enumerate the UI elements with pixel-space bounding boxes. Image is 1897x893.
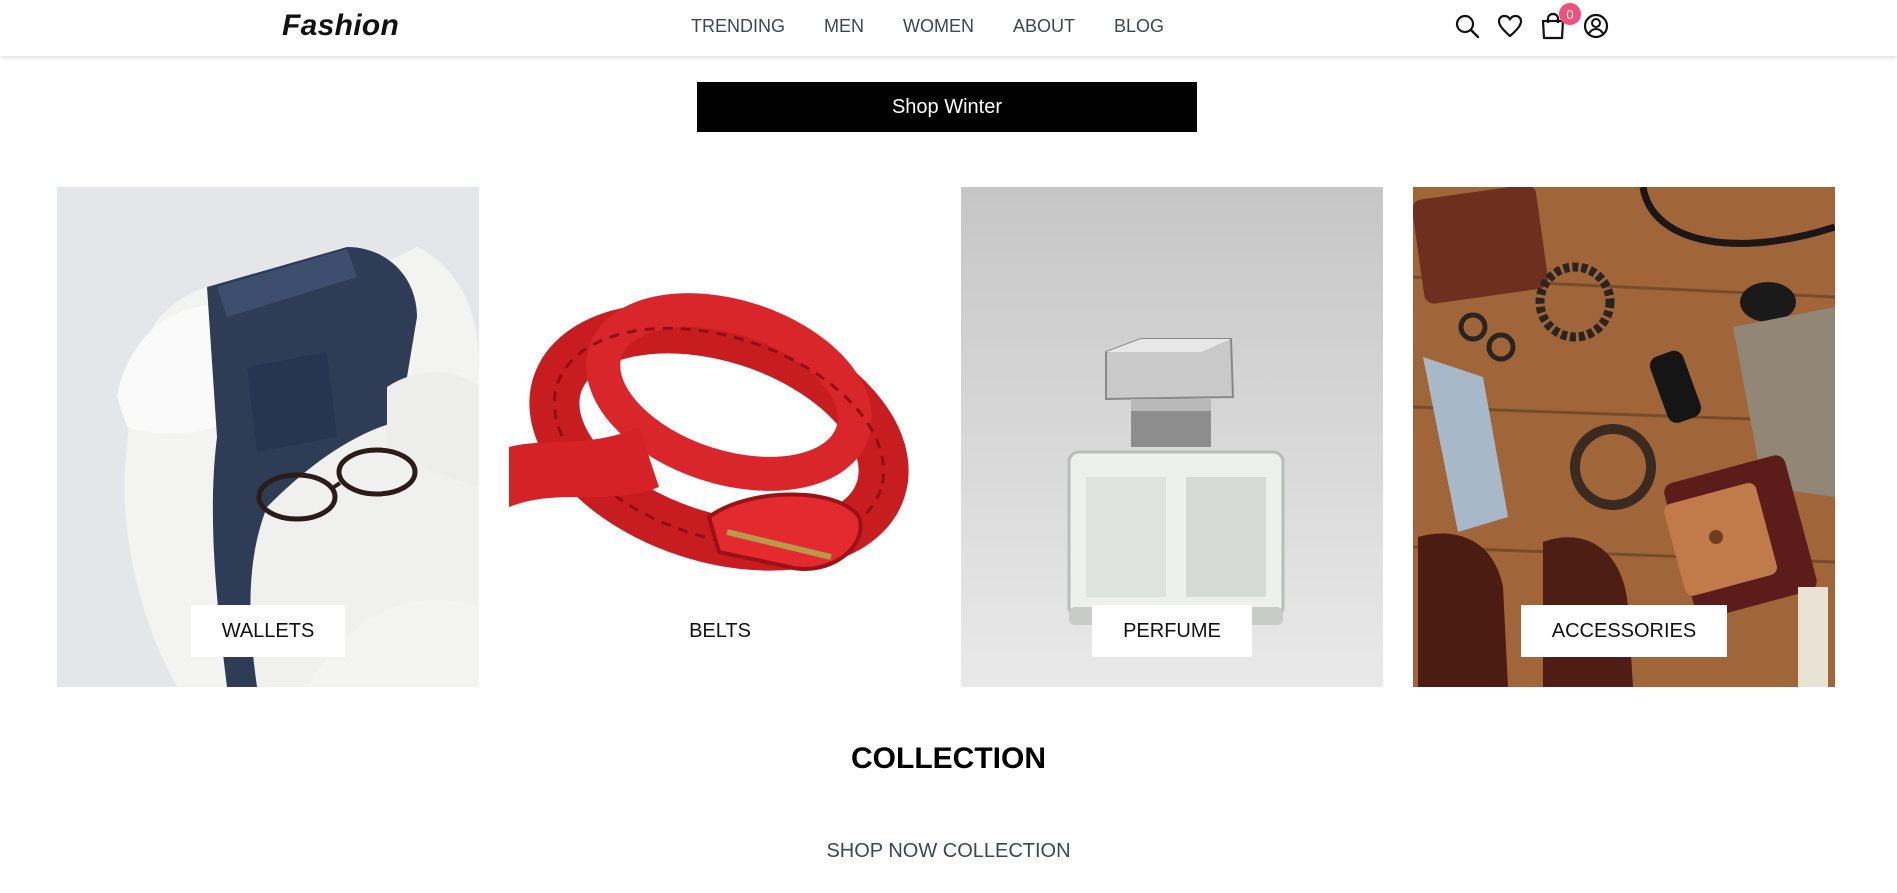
category-card-wallets[interactable]: WALLETS	[57, 187, 479, 687]
search-icon[interactable]	[1452, 10, 1482, 42]
nav-about[interactable]: ABOUT	[1013, 16, 1075, 37]
header-icons: 0	[1452, 3, 1624, 42]
nav-trending[interactable]: TRENDING	[691, 16, 785, 37]
heart-icon[interactable]	[1495, 10, 1525, 42]
nav-women[interactable]: WOMEN	[903, 16, 974, 37]
category-card-belts[interactable]: BELTS	[509, 187, 931, 687]
logo[interactable]: Fashion	[282, 9, 399, 43]
category-label-accessories[interactable]: ACCESSORIES	[1521, 605, 1727, 657]
category-label-wallets[interactable]: WALLETS	[191, 605, 345, 657]
nav-men[interactable]: MEN	[824, 16, 864, 37]
category-label-belts[interactable]: BELTS	[625, 605, 815, 657]
cart-icon[interactable]: 0	[1538, 3, 1581, 42]
nav-blog[interactable]: BLOG	[1114, 16, 1164, 37]
category-card-accessories[interactable]: ACCESSORIES	[1413, 187, 1835, 687]
shop-winter-button[interactable]: Shop Winter	[697, 82, 1197, 132]
collection-title: COLLECTION	[851, 742, 1046, 775]
cart-count-badge: 0	[1559, 3, 1581, 25]
site-header: Fashion TRENDING MEN WOMEN ABOUT BLOG 0	[0, 0, 1897, 56]
category-label-perfume[interactable]: PERFUME	[1092, 605, 1252, 657]
category-card-perfume[interactable]: PERFUME	[961, 187, 1383, 687]
user-icon[interactable]	[1581, 10, 1611, 42]
collection-subtitle[interactable]: SHOP NOW COLLECTION	[0, 840, 1897, 863]
main-nav: TRENDING MEN WOMEN ABOUT BLOG	[691, 16, 1203, 37]
